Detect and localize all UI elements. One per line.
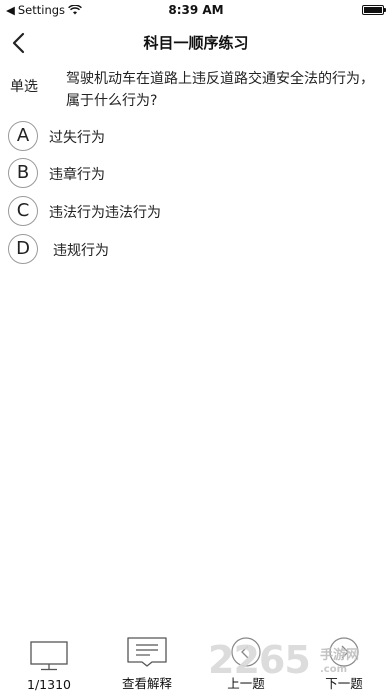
option-letter: B [8, 158, 38, 188]
option-letter: D [8, 234, 38, 264]
progress-label: 1/1310 [27, 677, 71, 692]
view-explanation-button[interactable]: 查看解释 [116, 636, 178, 692]
watermark-url: .com [320, 664, 348, 675]
watermark-number: 2265 [208, 638, 311, 682]
page-title: 科目一顺序练习 [143, 34, 249, 52]
option-b[interactable]: B 违章行为 [8, 158, 308, 188]
option-a[interactable]: A 过失行为 [8, 121, 308, 151]
option-letter: C [8, 196, 38, 226]
monitor-icon [30, 641, 68, 671]
watermark-logo: 2265 手游网 .com [208, 634, 386, 692]
option-text: 违章行为 [49, 167, 105, 183]
option-d[interactable]: D 违规行为 [8, 234, 308, 264]
nav-bar: 科目一顺序练习 [0, 22, 392, 64]
option-letter: A [8, 121, 38, 151]
status-time: 8:39 AM [168, 3, 224, 17]
battery-icon [362, 5, 386, 15]
option-text: 过失行为 [49, 130, 105, 146]
option-text: 违法行为违法行为 [49, 205, 161, 221]
question-type-label: 单选 [10, 79, 38, 95]
question-text: 驾驶机动车在道路上违反道路交通安全法的行为，属于什么行为? [66, 71, 374, 109]
watermark-site-name: 手游网 [320, 648, 360, 663]
option-text: 违规行为 [53, 243, 109, 259]
comment-icon [127, 637, 167, 667]
view-explanation-label: 查看解释 [121, 676, 172, 691]
status-bar: ◀ Settings 8:39 AM [0, 0, 392, 22]
option-c[interactable]: C 违法行为违法行为 [8, 196, 308, 226]
progress-button[interactable]: 1/1310 [26, 640, 72, 692]
